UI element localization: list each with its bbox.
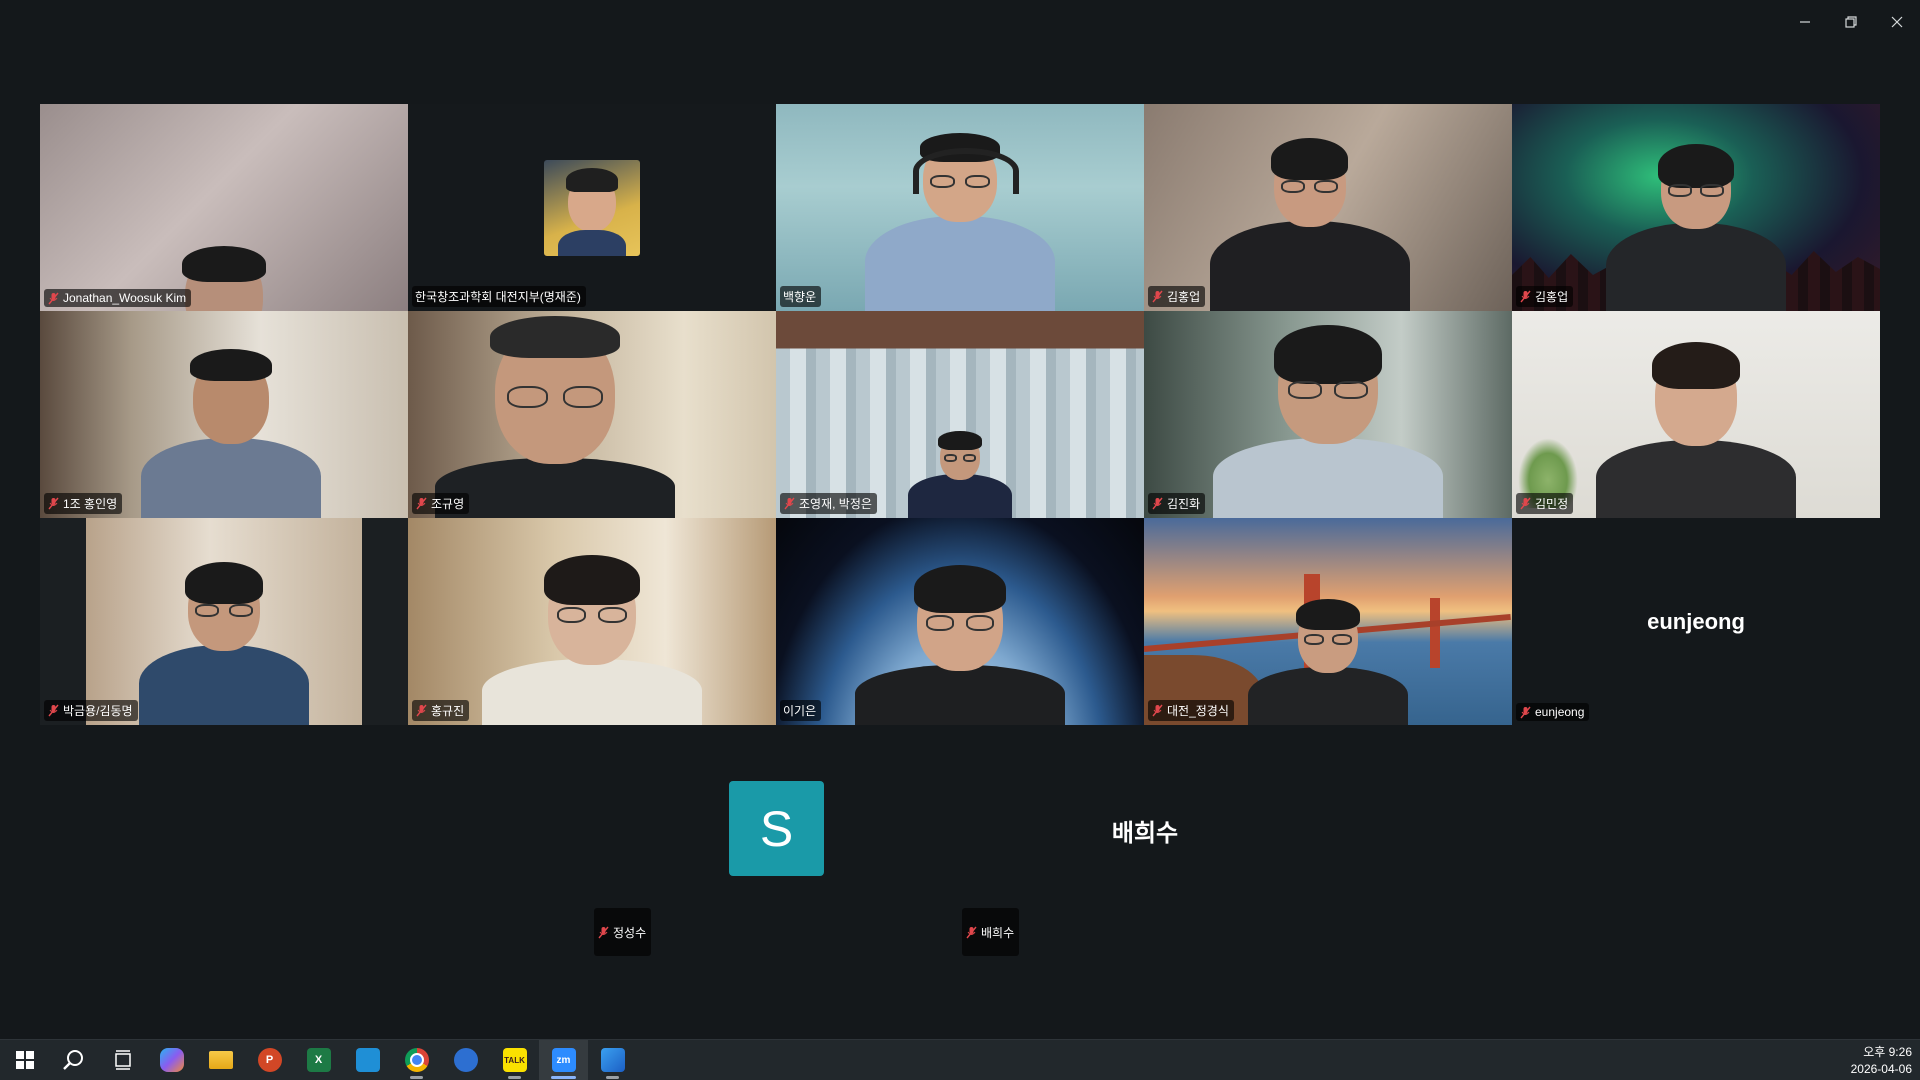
avatar[interactable]: S xyxy=(729,781,824,876)
muted-mic-icon xyxy=(783,497,796,510)
muted-mic-icon xyxy=(1151,704,1164,717)
muted-mic-icon xyxy=(1151,290,1164,303)
video-tile[interactable]: 한국창조과학회 대전지부(명재준) xyxy=(408,104,776,311)
bridge-tower xyxy=(1430,598,1440,668)
muted-mic-icon xyxy=(47,292,60,305)
muted-mic-icon xyxy=(415,704,428,717)
participant-video xyxy=(435,315,676,518)
muted-mic-icon xyxy=(965,926,978,939)
excel-icon[interactable]: X xyxy=(294,1040,343,1080)
name-tag: 대전_정경식 xyxy=(1148,700,1234,721)
window-controls xyxy=(1782,8,1920,36)
participant-video xyxy=(482,554,702,725)
close-icon[interactable] xyxy=(1874,8,1920,36)
name-tag: 김홍업 xyxy=(1148,286,1206,307)
name-tag: 조영재, 박정은 xyxy=(780,493,877,514)
participant-video xyxy=(141,348,322,518)
muted-mic-icon xyxy=(1519,497,1532,510)
file-explorer-icon[interactable] xyxy=(196,1040,245,1080)
name-tag: 조규영 xyxy=(412,493,470,514)
muted-mic-icon xyxy=(597,926,610,939)
video-tile[interactable]: 김민정 xyxy=(1512,311,1880,518)
name-tag: 김민정 xyxy=(1516,493,1574,514)
powerpoint-icon[interactable]: P xyxy=(245,1040,294,1080)
name-tag: 홍규진 xyxy=(412,700,470,721)
name-tag: eunjeong xyxy=(1516,703,1590,721)
name-tag: 김홍업 xyxy=(1516,286,1574,307)
participant-video xyxy=(1213,325,1443,518)
app-icon[interactable] xyxy=(441,1040,490,1080)
name-tag: Jonathan_Woosuk Kim xyxy=(44,289,192,307)
restore-icon[interactable] xyxy=(1828,8,1874,36)
windows-start-icon[interactable] xyxy=(0,1040,49,1080)
muted-mic-icon xyxy=(1519,706,1532,719)
muted-mic-icon xyxy=(1519,290,1532,303)
video-tile[interactable]: 조영재, 박정은 xyxy=(776,311,1144,518)
app-icon[interactable] xyxy=(343,1040,392,1080)
zoom-icon[interactable]: zm xyxy=(539,1040,588,1080)
bottom-participant-row: S 정성수 배희수 배희수 xyxy=(0,760,1920,960)
video-tile[interactable]: Jonathan_Woosuk Kim xyxy=(40,104,408,311)
participant-video xyxy=(139,561,309,725)
video-tile[interactable]: 김홍업 xyxy=(1512,104,1880,311)
copilot-icon[interactable] xyxy=(147,1040,196,1080)
video-tile-active-speaker[interactable]: 백향운 xyxy=(776,104,1144,311)
search-icon[interactable] xyxy=(49,1040,98,1080)
video-gallery: Jonathan_Woosuk Kim 한국창조과학회 대전지부(명재준) 백향… xyxy=(40,104,1880,725)
task-view-icon[interactable] xyxy=(98,1040,147,1080)
participant-video xyxy=(1596,342,1796,518)
system-clock[interactable]: 오후 9:26 2026-04-06 xyxy=(1851,1044,1912,1078)
name-tag: 박금용/김동명 xyxy=(44,700,138,721)
clock-time: 오후 9:26 xyxy=(1863,1045,1912,1059)
name-tag: 정성수 xyxy=(594,908,652,956)
muted-mic-icon xyxy=(415,497,428,510)
participant-video xyxy=(1248,598,1408,725)
name-tag: 한국창조과학회 대전지부(명재준) xyxy=(412,286,586,307)
chrome-icon[interactable] xyxy=(392,1040,441,1080)
video-tile[interactable]: 김홍업 xyxy=(1144,104,1512,311)
muted-mic-icon xyxy=(47,704,60,717)
clock-date: 2026-04-06 xyxy=(1850,1062,1912,1076)
kakaotalk-icon[interactable]: TALK xyxy=(490,1040,539,1080)
participant-video xyxy=(855,565,1065,725)
minimize-icon[interactable] xyxy=(1782,8,1828,36)
video-tile[interactable]: 홍규진 xyxy=(408,518,776,725)
video-tile[interactable]: 1조 홍인영 xyxy=(40,311,408,518)
participant-video xyxy=(1209,137,1410,311)
profile-picture xyxy=(544,160,640,256)
name-tag: 1조 홍인영 xyxy=(44,493,123,514)
participant-video xyxy=(908,431,1012,518)
taskbar: P X TALK zm 오후 9:26 2026-04-06 xyxy=(0,1039,1920,1080)
name-tag: 백향운 xyxy=(780,286,822,307)
video-tile[interactable]: 박금용/김동명 xyxy=(40,518,408,725)
video-tile[interactable]: 김진화 xyxy=(1144,311,1512,518)
video-tile-video-off[interactable]: eunjeong eunjeong xyxy=(1512,518,1880,725)
video-tile[interactable]: 대전_정경식 xyxy=(1144,518,1512,725)
muted-mic-icon xyxy=(1151,497,1164,510)
participant-video xyxy=(1606,144,1786,311)
video-tile[interactable]: 이기은 xyxy=(776,518,1144,725)
name-tag: 김진화 xyxy=(1148,493,1206,514)
participant-display-name: eunjeong xyxy=(1647,608,1745,634)
app-icon[interactable] xyxy=(588,1040,637,1080)
video-tile[interactable]: 조규영 xyxy=(408,311,776,518)
muted-mic-icon xyxy=(47,497,60,510)
participant-video xyxy=(181,245,267,311)
participant-video xyxy=(865,132,1055,311)
participant-display-name[interactable]: 배희수 xyxy=(1090,813,1200,848)
name-tag: 이기은 xyxy=(780,700,822,721)
name-tag: 배희수 xyxy=(962,908,1020,956)
